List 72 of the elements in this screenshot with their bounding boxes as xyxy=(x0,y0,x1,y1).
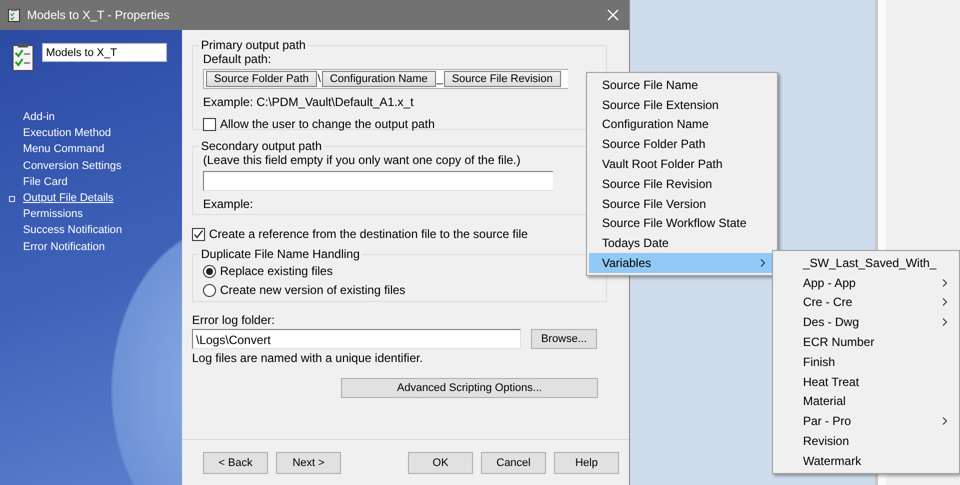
error-log-label: Error log folder: xyxy=(192,313,276,327)
checkbox-label: Create a reference from the destination file to the source file xyxy=(209,227,528,241)
sidebar-item[interactable]: File Card xyxy=(12,174,182,190)
secondary-path-field[interactable] xyxy=(203,171,553,191)
menu-item[interactable]: Source File Version xyxy=(589,194,775,214)
chevron-right-icon xyxy=(942,417,948,426)
menu-item[interactable]: Des - Dwg xyxy=(775,312,957,332)
allow-change-checkbox[interactable] xyxy=(203,118,216,130)
chevron-right-icon xyxy=(942,318,948,326)
example-text: Example: xyxy=(203,197,254,211)
radio-button[interactable] xyxy=(203,264,216,278)
default-path-label: Default path: xyxy=(203,52,272,66)
menu-item[interactable]: Variables xyxy=(589,253,775,273)
path-variable-chip[interactable]: Source Folder Path xyxy=(206,71,317,87)
menu-item[interactable]: ECR Number xyxy=(775,332,957,352)
sidebar-item[interactable]: Success Notification xyxy=(12,222,182,238)
dialog-button[interactable]: Help xyxy=(554,452,619,474)
reference-checkbox[interactable] xyxy=(192,228,205,240)
name-field[interactable]: Models to X_T xyxy=(42,43,167,62)
clipboard-icon xyxy=(8,8,20,22)
chevron-right-icon xyxy=(760,259,766,268)
chevron-right-icon xyxy=(942,298,948,306)
sidebar-item[interactable]: Menu Command xyxy=(12,141,182,158)
path-variable-chip[interactable]: Configuration Name xyxy=(322,71,436,87)
nav-button[interactable]: Next > xyxy=(276,452,341,474)
menu-item[interactable]: Source File Workflow State xyxy=(589,214,775,234)
sidebar-item[interactable]: Add-in xyxy=(12,109,182,126)
menu-item[interactable]: App - App xyxy=(775,272,957,293)
menu-item[interactable]: _SW_Last_Saved_With_ xyxy=(775,253,957,273)
menu-item[interactable]: Vault Root Folder Path xyxy=(589,154,775,174)
menu-item[interactable]: Material xyxy=(775,392,957,412)
menu-item[interactable]: Heat Treat xyxy=(775,372,957,392)
menu-item[interactable]: Watermark xyxy=(775,450,957,471)
radio-label: Replace existing files xyxy=(220,264,333,278)
checklist-icon xyxy=(12,43,34,71)
advanced-scripting-button[interactable]: Advanced Scripting Options... xyxy=(341,378,598,398)
group-legend: Duplicate File Name Handling xyxy=(199,247,362,261)
group-legend: Primary output path xyxy=(199,38,308,52)
menu-item[interactable]: Finish xyxy=(775,352,957,372)
sidebar-item[interactable]: Execution Method xyxy=(12,125,182,142)
path-field[interactable]: Source Folder Path \ Configuration Name _ Source File Revision xyxy=(203,69,568,89)
note-text: Log files are named with a unique identifier. xyxy=(192,351,424,365)
menu-item[interactable]: Source File Name xyxy=(589,75,775,95)
dialog-button[interactable]: OK xyxy=(408,452,473,474)
example-text: Example: C:\PDM_Vault\Default_A1.x_t xyxy=(203,95,415,109)
path-separator: \ xyxy=(318,73,321,85)
menu-item[interactable]: Source Folder Path xyxy=(589,134,775,154)
error-log-field[interactable]: \Logs\Convert xyxy=(192,329,521,349)
group-legend: Secondary output path xyxy=(199,139,324,153)
sidebar-item[interactable]: Error Notification xyxy=(12,238,182,255)
chevron-right-icon xyxy=(942,278,948,287)
dialog-button[interactable]: Cancel xyxy=(481,452,546,474)
menu-item[interactable]: Todays Date xyxy=(589,233,775,254)
browse-button[interactable]: Browse... xyxy=(531,329,597,349)
hint-text: (Leave this field empty if you only want one copy of the file.) xyxy=(203,153,522,167)
menu-item[interactable]: Configuration Name xyxy=(589,114,775,134)
menu-item[interactable]: Source File Extension xyxy=(589,94,775,115)
path-separator: _ xyxy=(436,73,443,85)
radio-label: Create new version of existing files xyxy=(220,283,406,297)
nav-button[interactable]: < Back xyxy=(203,452,268,474)
close-icon[interactable] xyxy=(605,7,621,23)
menu-item[interactable]: Revision xyxy=(775,431,957,451)
menu-item[interactable]: Cre - Cre xyxy=(775,292,957,312)
path-variable-chip[interactable]: Source File Revision xyxy=(444,71,561,87)
radio-button[interactable] xyxy=(203,284,216,296)
sidebar-item[interactable]: Conversion Settings xyxy=(12,158,182,174)
sidebar-item[interactable]: Output File Details xyxy=(12,190,182,206)
checkbox-label: Allow the user to change the output path xyxy=(220,117,435,131)
window-title: Models to X_T - Properties xyxy=(27,8,171,22)
sidebar-item[interactable]: Permissions xyxy=(12,206,182,222)
menu-item[interactable]: Source File Revision xyxy=(589,174,775,194)
menu-item[interactable]: Par - Pro xyxy=(775,411,957,432)
